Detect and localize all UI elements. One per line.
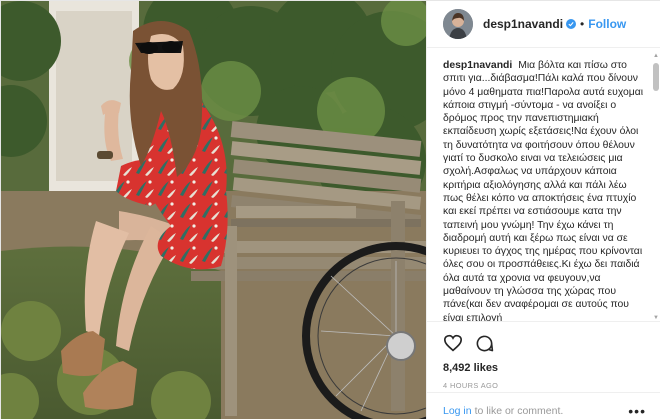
avatar-image <box>443 9 473 39</box>
header-separator: • <box>580 17 585 31</box>
photo-scene <box>1 1 426 419</box>
follow-button[interactable]: Follow <box>588 17 626 31</box>
verified-badge-icon <box>566 19 577 29</box>
post-actions: 8,492 likes 4 HOURS AGO <box>427 321 660 390</box>
login-link[interactable]: Log in <box>443 405 472 417</box>
caption-text: Μια βόλτα και πίσω στο σπιτι για...διάβα… <box>443 60 644 321</box>
likes-count[interactable]: 8,492 likes <box>443 362 646 374</box>
post-sidebar: desp1navandi • Follow desp1navandi Μια β… <box>426 1 660 419</box>
comment-icon[interactable] <box>475 334 494 353</box>
action-icons <box>443 332 646 354</box>
comments-area[interactable]: desp1navandi Μια βόλτα και πίσω στο σπιτ… <box>427 49 660 321</box>
caption-username[interactable]: desp1navandi <box>443 60 512 71</box>
post-header: desp1navandi • Follow <box>427 1 660 48</box>
login-prompt: to like or comment. <box>474 404 564 417</box>
more-options-icon[interactable]: ••• <box>628 403 646 419</box>
post-timestamp[interactable]: 4 HOURS AGO <box>443 381 646 390</box>
post-photo[interactable] <box>1 1 426 419</box>
scrollbar-thumb[interactable] <box>653 63 659 91</box>
caption: desp1navandi Μια βόλτα και πίσω στο σπιτ… <box>443 59 648 321</box>
comments-scrollbar[interactable]: ▲ ▼ <box>653 53 659 321</box>
login-bar: Log in to like or comment. ••• <box>427 392 660 419</box>
post-window: desp1navandi • Follow desp1navandi Μια β… <box>0 0 660 419</box>
header-username[interactable]: desp1navandi <box>483 17 563 31</box>
scroll-up-icon[interactable]: ▲ <box>653 53 659 59</box>
avatar[interactable] <box>443 9 473 39</box>
heart-icon[interactable] <box>443 334 463 352</box>
